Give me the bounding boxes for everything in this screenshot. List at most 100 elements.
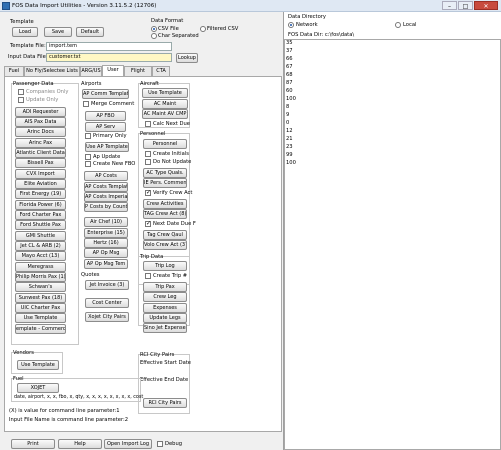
personnel-button[interactable]: Personnel (143, 139, 187, 149)
jet-cl-arb-button[interactable]: Jet CL & ARB (2) (15, 241, 66, 251)
sunwest-pax-button[interactable]: Sunwest Pax (18) (15, 293, 66, 303)
crew-activities-button[interactable]: Crew Activities (143, 199, 187, 209)
tab-user[interactable]: User (102, 65, 124, 76)
input-file-input[interactable]: customer.txt (46, 53, 172, 62)
volo-crew-act-button[interactable]: Volo Crew Act (37) (143, 240, 187, 250)
tab-flight-data[interactable]: Flight Data (124, 66, 152, 83)
gmi-shuttle-button[interactable]: GMI Shuttle (15, 231, 66, 241)
maximize-icon[interactable]: □ (458, 1, 473, 10)
print-button[interactable]: Print (11, 439, 55, 449)
atlantic-client-data-button[interactable]: Atlantic Client Data (15, 148, 66, 158)
debug-checkbox[interactable] (157, 441, 163, 447)
help-button[interactable]: Help (58, 439, 102, 449)
schwans-button[interactable]: Schwan's (15, 282, 66, 292)
elite-aviation-button[interactable]: Elite Aviation (15, 179, 66, 189)
ap-op-msg-button[interactable]: AP Op Msg (84, 248, 128, 258)
values-list[interactable]: 35 37 66 67 68 87 60 100 8 9 0 12 21 23 … (284, 39, 501, 450)
ap-op-msg-tem-button[interactable]: AP Op Msg Tem (84, 259, 128, 269)
florida-power-button[interactable]: Florida Power (6) (15, 200, 66, 210)
list-item[interactable]: 37 (286, 48, 293, 55)
list-item[interactable]: 100 (286, 96, 296, 103)
list-item[interactable]: 8 (286, 104, 289, 111)
aircraft-use-template-button[interactable]: Use Template (142, 88, 188, 98)
meregrass-button[interactable]: Meregrass (15, 262, 66, 272)
template-file-input[interactable]: import.tem (46, 42, 172, 51)
network-radio[interactable] (288, 22, 294, 28)
do-not-update-checkbox[interactable] (145, 159, 151, 165)
local-radio[interactable] (395, 22, 401, 28)
ap-serv-button[interactable]: AP Serv (85, 122, 126, 132)
close-icon[interactable]: ✕ (474, 1, 498, 10)
tag-crew-act-button[interactable]: TAG Crew Act (8) (143, 209, 187, 219)
adi-requester-button[interactable]: ADI Requester (15, 107, 66, 117)
load-button[interactable]: Load (12, 27, 38, 37)
ford-shuttle-pax-button[interactable]: Ford Shuttle Pax (15, 220, 66, 230)
use-ap-template-button[interactable]: Use AP Template (85, 142, 129, 152)
trip-pax-button[interactable]: Trip Pax (143, 282, 187, 292)
rci-city-pairs-button[interactable]: RCI City Pairs (143, 398, 187, 408)
hertz-button[interactable]: Hertz (16) (84, 238, 128, 248)
expenses-button[interactable]: Expenses (143, 303, 187, 313)
list-item[interactable]: 21 (286, 136, 293, 143)
primary-only-checkbox[interactable] (85, 133, 91, 139)
lookup-button[interactable]: Lookup (176, 53, 198, 63)
list-item[interactable]: 35 (286, 40, 293, 47)
list-item[interactable]: 99 (286, 152, 293, 159)
ap-fbo-button[interactable]: AP FBO (85, 111, 126, 121)
ac-type-quals-button[interactable]: AC Type Quals. (143, 168, 187, 178)
list-item[interactable]: 67 (286, 64, 293, 71)
arinc-docs-button[interactable]: Arinc Docs (15, 127, 66, 137)
tag-crew-qaul-button[interactable]: Tag Crew Qaul (143, 230, 187, 240)
cost-center-button[interactable]: Cost Center (85, 298, 129, 308)
ac-maint-cmp-button[interactable]: AC Maint AV CMP (142, 109, 188, 119)
ap-costs-template-button[interactable]: AP Costs Template (84, 182, 128, 192)
crew-leg-button[interactable]: Crew Leg (143, 292, 187, 302)
update-only-checkbox[interactable] (18, 97, 24, 103)
ac-maint-button[interactable]: AC Maint (142, 99, 188, 109)
ais-pax-data-button[interactable]: AIS Pax Data (15, 117, 66, 127)
save-button[interactable]: Save (44, 27, 72, 37)
ap-comm-template-button[interactable]: AP Comm Template (82, 89, 129, 99)
cvx-import-button[interactable]: CVX Import (15, 169, 66, 179)
minimize-icon[interactable]: – (442, 1, 457, 10)
list-item[interactable]: 60 (286, 88, 293, 95)
enterprise-button[interactable]: Enterprise (15) (84, 228, 128, 238)
merge-comment-checkbox[interactable] (83, 101, 89, 107)
jet-invoice-button[interactable]: Jet Invoice (3) (85, 280, 129, 290)
list-item[interactable]: 100 (286, 160, 296, 167)
uic-charter-pax-button[interactable]: UIC Charter Pax (15, 303, 66, 313)
vendors-use-template-button[interactable]: Use Template (17, 360, 59, 370)
xojet-city-pairs-button[interactable]: Xojet City Pairs (85, 312, 129, 322)
list-item[interactable]: 12 (286, 128, 293, 135)
sino-jet-expenses-button[interactable]: Sino Jet Expenses (143, 323, 187, 333)
char-separated-radio[interactable] (151, 33, 157, 39)
next-date-due-checkbox[interactable] (145, 220, 151, 228)
first-energy-button[interactable]: First Energy (19) (15, 189, 66, 199)
csv-radio[interactable] (151, 26, 157, 32)
list-item[interactable]: 66 (286, 56, 293, 63)
ap-costs-button[interactable]: AP Costs (84, 171, 128, 181)
philip-morris-pax-button[interactable]: Philip Morris Pax (1) (15, 272, 66, 282)
ap-update-checkbox[interactable] (85, 154, 91, 160)
filtered-csv-radio[interactable] (200, 26, 206, 32)
ie-pers-comment-button[interactable]: IE Pers. Comment (143, 178, 187, 188)
list-item[interactable]: 87 (286, 80, 293, 87)
create-initials-checkbox[interactable] (145, 151, 151, 157)
arinc-pax-button[interactable]: Arinc Pax (15, 138, 66, 148)
trip-log-button[interactable]: Trip Log (143, 261, 187, 271)
template-commercial-button[interactable]: emplate - Commerc (15, 324, 66, 334)
tab-fuel[interactable]: Fuel (4, 66, 24, 76)
ap-costs-imperial-button[interactable]: AP Costs Imperial (84, 192, 128, 202)
tab-no-fly[interactable]: No Fly/Selectee Lists (24, 66, 80, 76)
open-import-log-button[interactable]: Open Import Log (104, 439, 152, 449)
list-item[interactable]: 0 (286, 120, 289, 127)
tab-cta[interactable]: CTA (152, 66, 170, 76)
xojet-button[interactable]: XOJET (17, 383, 59, 393)
default-button[interactable]: Default (76, 27, 104, 37)
air-chef-button[interactable]: Air Chef (10) (84, 217, 128, 227)
mayo-acct-button[interactable]: Mayo Acct (13) (15, 251, 66, 261)
list-item[interactable]: 68 (286, 72, 293, 79)
bissell-pax-button[interactable]: Bissell Pax (15, 158, 66, 168)
companies-only-checkbox[interactable] (18, 89, 24, 95)
calc-next-due-checkbox[interactable] (145, 121, 151, 127)
